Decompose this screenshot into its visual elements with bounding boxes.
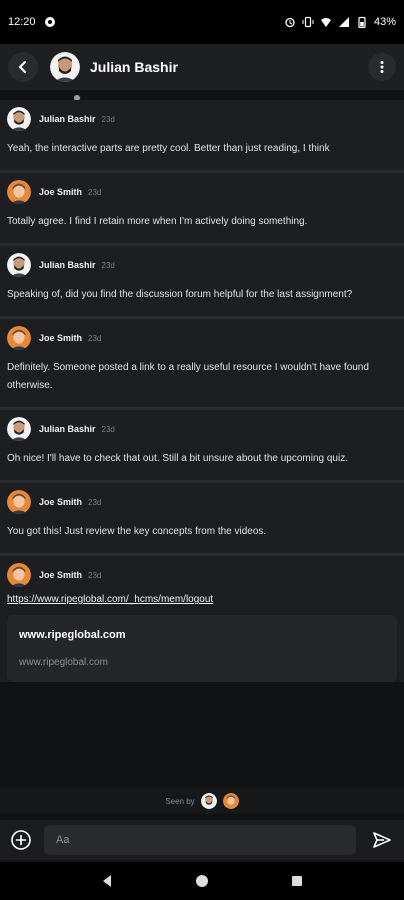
page-title: Julian Bashir: [90, 59, 178, 75]
message-time: 23d: [88, 187, 102, 197]
nav-back-button[interactable]: [95, 869, 119, 893]
wifi-icon: [320, 16, 332, 28]
message-composer: [0, 820, 404, 860]
message-time: 23d: [101, 424, 115, 434]
avatar: [7, 417, 31, 441]
chevron-left-icon: [19, 61, 26, 73]
link-preview-card[interactable]: www.ripeglobal.com www.ripeglobal.com: [7, 615, 397, 682]
more-options-button[interactable]: [368, 53, 396, 81]
message-text: Totally agree. I find I retain more when…: [7, 216, 308, 227]
message-item: Joe Smith 23d Definitely. Someone posted…: [0, 319, 404, 410]
message-item: Julian Bashir 23d Speaking of, did you f…: [0, 246, 404, 319]
signal-icon: [338, 16, 350, 28]
send-button[interactable]: [368, 826, 396, 854]
seen-by-row: Seen by: [0, 788, 404, 814]
sender-name: Joe Smith: [39, 497, 83, 507]
vibrate-icon: [302, 16, 314, 28]
add-attachment-button[interactable]: [8, 827, 34, 853]
message-time: 23d: [88, 333, 102, 343]
square-recents-icon: [291, 876, 302, 886]
nav-recents-button[interactable]: [285, 869, 309, 893]
message-text: You got this! Just review the key concep…: [7, 526, 267, 537]
avatar: [7, 253, 31, 277]
message-text: Yeah, the interactive parts are pretty c…: [7, 143, 330, 154]
back-button[interactable]: [8, 52, 38, 82]
battery-icon: [356, 16, 368, 28]
sender-name: Julian Bashir: [39, 114, 96, 124]
status-bar: 12:20 43%: [0, 0, 404, 44]
avatar: [222, 793, 239, 809]
message-item: Joe Smith 23d You got this! Just review …: [0, 483, 404, 556]
plus-circle-icon: [11, 830, 31, 850]
sender-name: Joe Smith: [39, 187, 83, 197]
system-navigation-bar: [0, 862, 404, 900]
contact-avatar[interactable]: [50, 52, 80, 82]
link-preview-title: www.ripeglobal.com: [19, 629, 126, 641]
circle-home-icon: [195, 875, 208, 887]
nav-home-button[interactable]: [190, 869, 214, 893]
send-icon: [373, 832, 391, 848]
sender-name: Joe Smith: [39, 570, 83, 580]
message-item: Julian Bashir 23d Yeah, the interactive …: [0, 100, 404, 173]
message-text: Definitely. Someone posted a link to a r…: [7, 362, 369, 391]
message-item: Joe Smith 23d https://www.ripeglobal.com…: [0, 556, 404, 682]
message-item: Joe Smith 23d Totally agree. I find I re…: [0, 173, 404, 246]
link-preview-domain: www.ripeglobal.com: [19, 657, 108, 668]
avatar: [200, 793, 217, 809]
sender-name: Julian Bashir: [39, 260, 96, 270]
message-time: 23d: [88, 570, 102, 580]
message-link[interactable]: https://www.ripeglobal.com/_hcms/mem/log…: [7, 592, 397, 605]
sender-name: Joe Smith: [39, 333, 83, 343]
sender-name: Julian Bashir: [39, 424, 96, 434]
message-text: Oh nice! I'll have to check that out. St…: [7, 453, 348, 464]
message-time: 23d: [88, 497, 102, 507]
message-text: Speaking of, did you find the discussion…: [7, 289, 353, 300]
alarm-icon: [284, 16, 296, 28]
chat-header: Julian Bashir: [0, 44, 404, 102]
battery-level: 43%: [373, 16, 396, 28]
avatar: [7, 563, 31, 587]
more-vertical-icon: [380, 61, 384, 73]
avatar: [7, 107, 31, 131]
triangle-back-icon: [103, 875, 112, 887]
message-input[interactable]: [44, 825, 356, 855]
avatar: [7, 490, 31, 514]
message-item: Julian Bashir 23d Oh nice! I'll have to …: [0, 410, 404, 483]
avatar: [7, 326, 31, 350]
message-list[interactable]: Julian Bashir 23d Yeah, the interactive …: [0, 100, 404, 696]
message-time: 23d: [101, 114, 115, 124]
avatar: [7, 180, 31, 204]
message-time: 23d: [101, 260, 115, 270]
notification-icon: [44, 16, 56, 28]
status-time: 12:20: [8, 16, 36, 28]
seen-by-label: Seen by: [165, 796, 195, 806]
